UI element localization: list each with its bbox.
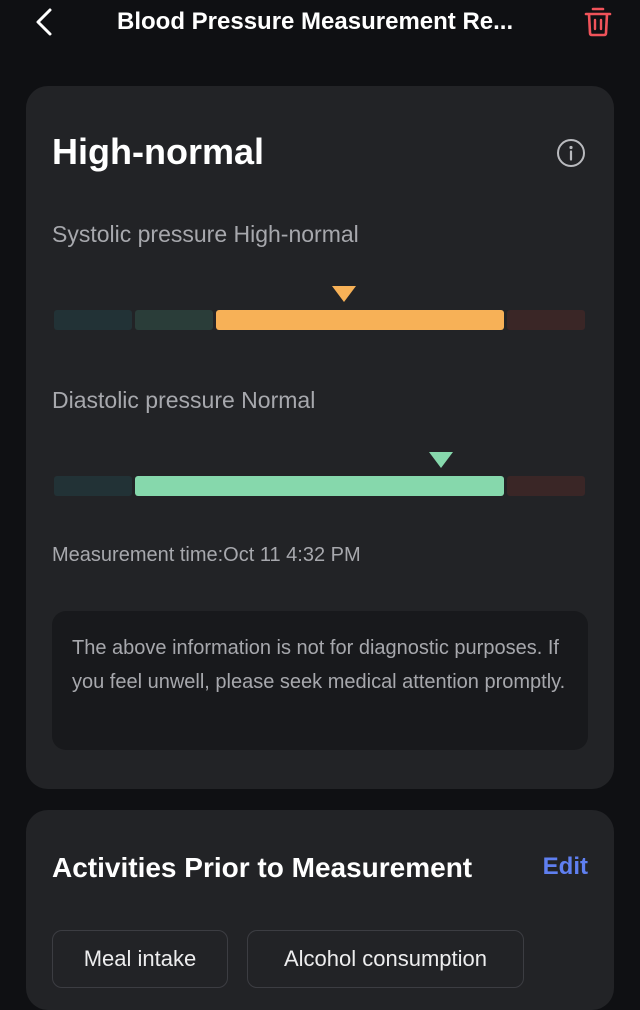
delete-button[interactable] — [583, 4, 613, 40]
systolic-segment-high-normal — [216, 310, 504, 330]
edit-button[interactable]: Edit — [543, 851, 588, 883]
trash-icon — [584, 7, 612, 37]
disclaimer-text: The above information is not for diagnos… — [72, 637, 566, 693]
activity-chip-meal: Meal intake — [52, 930, 228, 988]
disclaimer-box: The above information is not for diagnos… — [52, 611, 588, 750]
info-icon — [557, 139, 585, 167]
result-card: High-normal Systolic pressure High-norma… — [26, 86, 614, 789]
info-button[interactable] — [556, 138, 586, 168]
diastolic-segment-low — [54, 476, 132, 496]
activities-card: Activities Prior to Measurement Edit Mea… — [26, 810, 614, 1010]
diastolic-segment-high — [507, 476, 585, 496]
systolic-marker — [332, 286, 356, 302]
page-title: Blood Pressure Measurement Re... — [117, 8, 514, 35]
top-bar: Blood Pressure Measurement Re... — [0, 0, 640, 56]
systolic-label: Systolic pressure High-normal — [52, 221, 359, 247]
diastolic-gauge — [54, 452, 586, 496]
measurement-time: Measurement time:Oct 11 4:32 PM — [52, 542, 361, 568]
diastolic-label: Diastolic pressure Normal — [52, 387, 316, 413]
activity-chip-alcohol: Alcohol consumption — [247, 930, 524, 988]
back-button[interactable] — [30, 4, 62, 40]
measurement-time-value: Measurement time:Oct 11 4:32 PM — [52, 544, 361, 566]
systolic-segment-normal — [135, 310, 213, 330]
diastolic-segment-normal — [135, 476, 504, 496]
activities-title: Activities Prior to Measurement — [52, 852, 473, 883]
systolic-segment-high — [507, 310, 585, 330]
chevron-left-icon — [36, 8, 52, 36]
systolic-segment-low — [54, 310, 132, 330]
diastolic-marker — [429, 452, 453, 468]
status-title: High-normal — [52, 131, 264, 172]
systolic-gauge — [54, 286, 586, 330]
